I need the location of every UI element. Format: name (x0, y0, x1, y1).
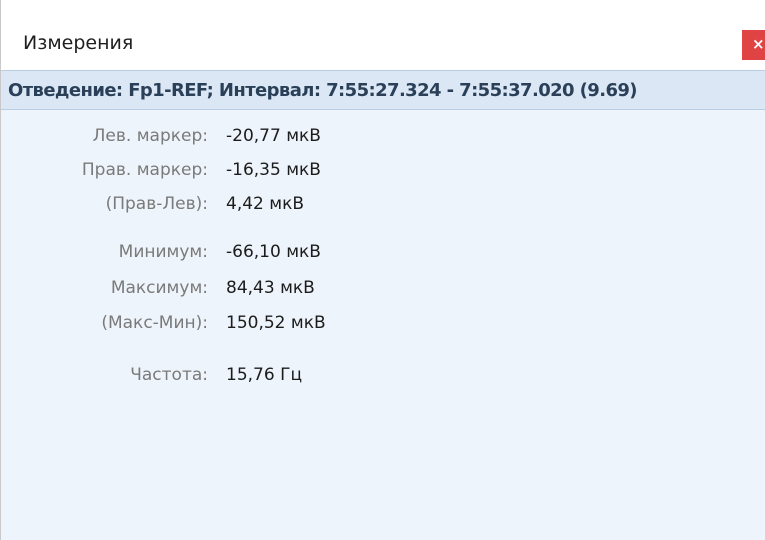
measurements-panel: Лев. маркер: -20,77 мкВ Прав. маркер: -1… (1, 110, 765, 540)
measurement-label: Максимум: (110, 278, 208, 298)
measurement-value: -66,10 мкВ (226, 242, 321, 262)
window-title: Измерения (23, 32, 134, 54)
measurement-value: -20,77 мкВ (226, 126, 321, 146)
measurement-value: 84,43 мкВ (226, 278, 315, 298)
measurements-window: Измерения × Отведение: Fp1-REF; Интервал… (0, 0, 765, 540)
title-bar: Измерения × (1, 0, 765, 66)
measurement-label: Лев. маркер: (92, 126, 208, 146)
lead-interval-text: Отведение: Fp1-REF; Интервал: 7:55:27.32… (8, 80, 638, 101)
measurement-row-max-minus-min: (Макс-Мин): 150,52 мкВ (1, 311, 765, 339)
measurement-value: 150,52 мкВ (226, 313, 326, 333)
measurement-row-maximum: Максимум: 84,43 мкВ (1, 276, 765, 304)
measurement-row-right-minus-left: (Прав-Лев): 4,42 мкВ (1, 192, 765, 220)
measurement-label: Минимум: (118, 242, 208, 262)
measurement-label: Частота: (130, 365, 208, 385)
measurement-row-right-marker: Прав. маркер: -16,35 мкВ (1, 158, 765, 186)
measurement-value: -16,35 мкВ (226, 160, 321, 180)
measurement-value: 15,76 Гц (226, 365, 303, 385)
measurement-row-minimum: Минимум: -66,10 мкВ (1, 240, 765, 268)
close-button[interactable]: × (742, 30, 765, 60)
measurement-row-left-marker: Лев. маркер: -20,77 мкВ (1, 124, 765, 152)
measurement-value: 4,42 мкВ (226, 194, 305, 214)
measurement-label: (Макс-Мин): (101, 313, 208, 333)
measurement-label: (Прав-Лев): (105, 194, 208, 214)
measurement-label: Прав. маркер: (81, 160, 208, 180)
lead-interval-header: Отведение: Fp1-REF; Интервал: 7:55:27.32… (1, 70, 765, 110)
measurement-row-frequency: Частота: 15,76 Гц (1, 363, 765, 391)
